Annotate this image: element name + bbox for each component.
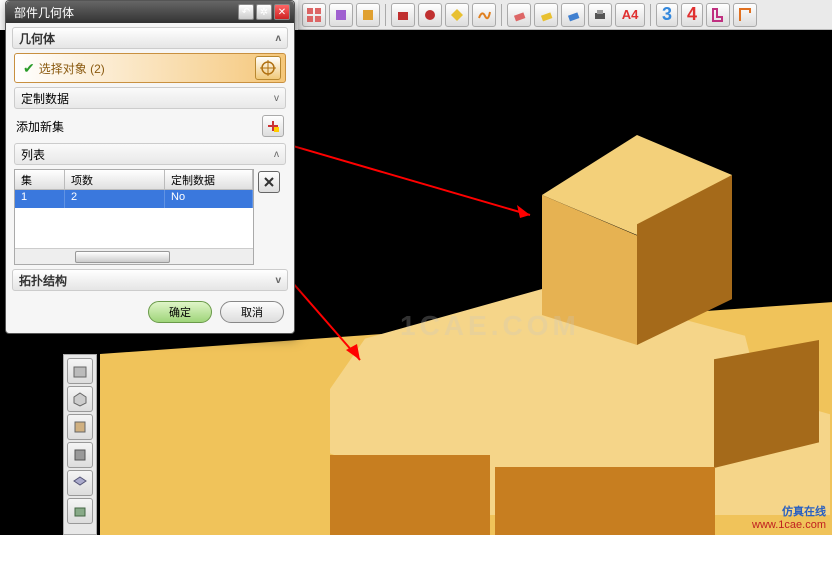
vtool-2-icon[interactable] xyxy=(67,386,93,412)
diamond-yellow-icon[interactable] xyxy=(445,3,469,27)
pick-target-button[interactable] xyxy=(255,56,281,80)
watermark-line2: www.1cae.com xyxy=(752,519,826,531)
a4-icon[interactable]: A4 xyxy=(615,3,645,27)
eraser1-icon[interactable] xyxy=(507,3,531,27)
column-header-custom[interactable]: 定制数据 xyxy=(165,170,253,190)
table-row[interactable]: 1 2 No xyxy=(15,190,253,208)
squiggle-orange-icon[interactable] xyxy=(472,3,496,27)
vtool-6-icon[interactable] xyxy=(67,498,93,524)
book-red-icon[interactable] xyxy=(391,3,415,27)
number-4-button[interactable]: 4 xyxy=(681,3,703,27)
cell-set: 1 xyxy=(15,190,65,208)
separator xyxy=(385,4,386,26)
close-icon[interactable]: ✕ xyxy=(274,4,290,20)
add-icon xyxy=(266,119,280,133)
dialog-titlebar[interactable]: 部件几何体 ↶ ✲ ✕ xyxy=(6,1,294,23)
cell-custom: No xyxy=(165,190,253,208)
gear-icon[interactable]: ✲ xyxy=(256,4,272,20)
section-label: 拓扑结构 xyxy=(19,272,67,289)
select-objects-row[interactable]: ✔ 选择对象 (2) xyxy=(14,53,286,83)
custom-data-section-header[interactable]: 定制数据 v xyxy=(14,87,286,109)
section-label: 几何体 xyxy=(19,30,55,47)
l-solid-front-face2[interactable] xyxy=(495,467,715,535)
dialog-title: 部件几何体 xyxy=(14,4,74,21)
chevron-up-icon: ʌ xyxy=(274,149,279,160)
geometry-section-header[interactable]: 几何体 ʌ xyxy=(12,27,288,49)
vtool-1-icon[interactable] xyxy=(67,358,93,384)
ok-button[interactable]: 确定 xyxy=(148,301,212,323)
grid-icon[interactable] xyxy=(302,3,326,27)
separator xyxy=(501,4,502,26)
part-geometry-dialog: 部件几何体 ↶ ✲ ✕ 几何体 ʌ ✔选择对象 (2) 定制数据 v 添加新集 … xyxy=(5,0,295,334)
cancel-button[interactable]: 取消 xyxy=(220,301,284,323)
vtool-5-icon[interactable] xyxy=(67,470,93,496)
scroll-thumb[interactable] xyxy=(75,251,170,263)
section-label: 列表 xyxy=(21,146,45,163)
watermark-line1: 仿真在线 xyxy=(752,503,826,519)
shape1-icon[interactable] xyxy=(706,3,730,27)
sphere-icon[interactable] xyxy=(418,3,442,27)
column-header-set[interactable]: 集 xyxy=(15,170,65,190)
vtool-4-icon[interactable] xyxy=(67,442,93,468)
delete-set-button[interactable] xyxy=(258,171,280,193)
cell-items: 2 xyxy=(65,190,165,208)
list-empty-area[interactable] xyxy=(15,208,253,248)
number-3-button[interactable]: 3 xyxy=(656,3,678,27)
cube-orange-icon[interactable] xyxy=(356,3,380,27)
left-vertical-toolbar xyxy=(63,354,97,535)
crosshair-icon xyxy=(259,59,277,77)
print-icon[interactable] xyxy=(588,3,612,27)
list-section-header[interactable]: 列表 ʌ xyxy=(14,143,286,165)
vtool-3-icon[interactable] xyxy=(67,414,93,440)
watermark: 仿真在线 www.1cae.com xyxy=(752,503,826,531)
l-solid-front-face[interactable] xyxy=(330,455,490,535)
chevron-up-icon: ʌ xyxy=(275,33,281,44)
add-new-set-label: 添加新集 xyxy=(16,118,64,135)
undo-icon[interactable]: ↶ xyxy=(238,4,254,20)
section-label: 定制数据 xyxy=(21,90,69,107)
horizontal-scrollbar[interactable] xyxy=(15,248,253,264)
chevron-down-icon: v xyxy=(274,93,279,104)
eraser3-icon[interactable] xyxy=(561,3,585,27)
add-set-button[interactable] xyxy=(262,115,284,137)
eraser2-icon[interactable] xyxy=(534,3,558,27)
set-list-table: 集 项数 定制数据 1 2 No xyxy=(14,169,254,265)
main-toolbar: A4 3 4 xyxy=(298,0,832,30)
select-label: 选择对象 (2) xyxy=(39,62,105,76)
shape2-icon[interactable] xyxy=(733,3,757,27)
chevron-down-icon: v xyxy=(275,275,281,286)
cube-purple-icon[interactable] xyxy=(329,3,353,27)
x-icon xyxy=(262,175,276,189)
topology-section-header[interactable]: 拓扑结构 v xyxy=(12,269,288,291)
column-header-items[interactable]: 项数 xyxy=(65,170,165,190)
check-icon: ✔ xyxy=(23,60,35,76)
separator xyxy=(650,4,651,26)
